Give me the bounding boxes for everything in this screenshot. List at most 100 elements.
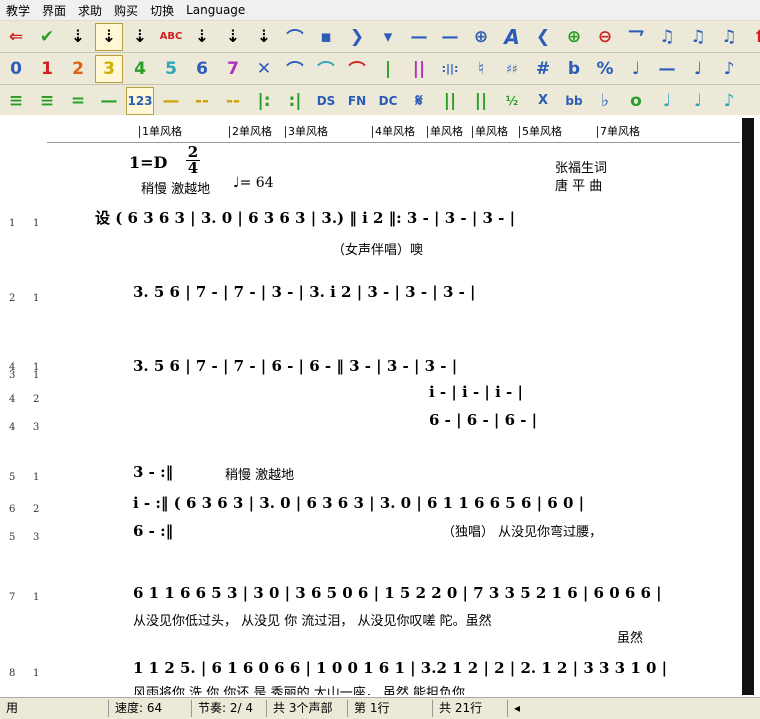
tool-6-icon[interactable]: ⇣ xyxy=(251,24,277,50)
tool-3-icon[interactable]: ⇣ xyxy=(127,24,153,50)
tool-4-icon[interactable]: ⇣ xyxy=(189,24,215,50)
score-line-4-mid[interactable]: i - :‖ ( 6 3 6 3 | 3. 0 | 6 3 6 3 | 3. 0… xyxy=(133,494,584,512)
dash-icon[interactable]: — xyxy=(406,24,432,50)
digit-0-button[interactable]: 0 xyxy=(3,56,29,82)
score-line-3-low[interactable]: 6 - | 6 - | 6 - | xyxy=(429,411,537,429)
triangle-down-icon[interactable]: ▾ xyxy=(375,24,401,50)
chevron-left-icon[interactable]: ❮ xyxy=(530,24,556,50)
percent-icon[interactable]: % xyxy=(592,56,618,82)
menu-interface[interactable]: 界面 xyxy=(36,2,72,19)
double-bar-icon[interactable]: || xyxy=(406,56,432,82)
ds-button[interactable]: DS xyxy=(313,88,339,114)
score-line-3-mid[interactable]: i - | i - | i - | xyxy=(429,383,523,401)
digit-6-button[interactable]: 6 xyxy=(189,56,215,82)
score-page[interactable]: 1单风格 2单风格 3单风格 4单风格 单风格 单风格 5单风格 7单风格 1=… xyxy=(47,115,740,695)
digit-2-button[interactable]: 2 xyxy=(65,56,91,82)
half-note-icon[interactable]: ♩ xyxy=(685,56,711,82)
scrollbar-thumb[interactable] xyxy=(742,118,754,695)
add-icon[interactable]: ⊕ xyxy=(561,24,587,50)
square-icon[interactable]: ▪ xyxy=(313,24,339,50)
digit-4-button[interactable]: 4 xyxy=(127,56,153,82)
scroll-left-icon[interactable]: ◂ xyxy=(508,700,526,717)
sharp-icon[interactable]: # xyxy=(530,56,556,82)
circle-icon[interactable]: o xyxy=(623,88,649,114)
barline-icon[interactable]: | xyxy=(375,56,401,82)
upload-icon[interactable]: ⬆ xyxy=(747,24,760,50)
note-c-icon[interactable]: ♪ xyxy=(716,88,742,114)
lines-1-icon[interactable]: — xyxy=(96,88,122,114)
text-a-icon[interactable]: A xyxy=(499,24,525,50)
remove-icon[interactable]: ⊖ xyxy=(592,24,618,50)
bracket-icon[interactable]: 乛 xyxy=(623,24,649,50)
repeat-bar-icon[interactable]: :||: xyxy=(437,56,463,82)
flat-symbol-icon[interactable]: ♭ xyxy=(592,88,618,114)
cross-icon[interactable]: ✕ xyxy=(251,56,277,82)
notes-1-icon[interactable]: ♫ xyxy=(654,24,680,50)
lines-4-icon[interactable]: ≡ xyxy=(3,88,29,114)
score-line-4-top[interactable]: 3 - :‖ xyxy=(133,463,173,481)
numbering-button[interactable]: 123 xyxy=(126,86,154,115)
digit-5-button[interactable]: 5 xyxy=(158,56,184,82)
dash-yellow-icon[interactable]: — xyxy=(158,88,184,114)
menu-teach[interactable]: 教学 xyxy=(0,2,36,19)
notes-2-icon[interactable]: ♫ xyxy=(685,24,711,50)
ruler-segment[interactable]: 7单风格 xyxy=(597,123,640,139)
check-icon[interactable]: ✔ xyxy=(34,24,60,50)
tool-1-icon[interactable]: ⇣ xyxy=(65,24,91,50)
menu-buy[interactable]: 购买 xyxy=(108,2,144,19)
line-icon[interactable]: — xyxy=(437,24,463,50)
flat-icon[interactable]: b xyxy=(561,56,587,82)
dash-triple-icon[interactable]: -- xyxy=(220,88,246,114)
arc-icon[interactable]: ⌒ xyxy=(282,24,308,50)
score-line-2[interactable]: 3. 5 6 | 7 - | 7 - | 3 - | 3. i 2 | 3 - … xyxy=(133,283,476,301)
note-b-icon[interactable]: ♩ xyxy=(685,88,711,114)
double-flat-icon[interactable]: bb xyxy=(561,88,587,114)
score-line-4-low[interactable]: 6 - :‖ xyxy=(133,522,173,540)
score-line-5[interactable]: 6 1 1 6 6 5 3 | 3 0 | 3 6 5 0 6 | 1 5 2 … xyxy=(133,584,662,602)
arch-icon[interactable]: ⌒ xyxy=(344,56,370,82)
tool-5-icon[interactable]: ⇣ xyxy=(220,24,246,50)
digit-1-button[interactable]: 1 xyxy=(34,56,60,82)
fn-button[interactable]: FN xyxy=(344,88,370,114)
repeat-start-icon[interactable]: |: xyxy=(251,88,277,114)
ruler-segment[interactable]: 2单风格 xyxy=(229,123,272,139)
dash-double-icon[interactable]: -- xyxy=(189,88,215,114)
x-button[interactable]: X xyxy=(530,88,556,114)
bar-b-icon[interactable]: || xyxy=(468,88,494,114)
menu-switch[interactable]: 切换 xyxy=(144,2,180,19)
natural-icon[interactable]: ♮ xyxy=(468,56,494,82)
rest-icon[interactable]: — xyxy=(654,56,680,82)
menu-help[interactable]: 求助 xyxy=(72,2,108,19)
tool-2-icon[interactable]: ⇣ xyxy=(95,22,123,51)
score-line-3[interactable]: 3. 5 6 | 7 - | 7 - | 6 - | 6 - ‖ 3 - | 3… xyxy=(133,357,457,375)
arrow-back-icon[interactable]: ⇐ xyxy=(3,24,29,50)
half-icon[interactable]: ½ xyxy=(499,88,525,114)
eighth-note-icon[interactable]: ♪ xyxy=(716,56,742,82)
repeat-end-icon[interactable]: :| xyxy=(282,88,308,114)
score-line-1[interactable]: 设 ( 6 3 6 3 | 3. 0 | 6 3 6 3 | 3.) ‖ i 2… xyxy=(95,207,515,228)
segno-icon[interactable]: 𝄋 xyxy=(406,88,432,114)
lines-3-icon[interactable]: ≡ xyxy=(34,88,60,114)
spellcheck-icon[interactable]: ABC xyxy=(158,24,184,50)
digit-3-button[interactable]: 3 xyxy=(95,54,123,83)
quarter-note-icon[interactable]: ♩ xyxy=(623,56,649,82)
ruler-segment[interactable]: 5单风格 xyxy=(519,123,562,139)
chevron-right-icon[interactable]: ❯ xyxy=(344,24,370,50)
bar-a-icon[interactable]: || xyxy=(437,88,463,114)
slur-icon[interactable]: ⌒ xyxy=(282,56,308,82)
vertical-scrollbar[interactable] xyxy=(740,115,760,695)
score-line-6[interactable]: 1 1 2 5. | 6 1 6 0 6 6 | 1 0 0 1 6 1 | 3… xyxy=(133,659,667,677)
crosshair-icon[interactable]: ⊕ xyxy=(468,24,494,50)
ruler-segment[interactable]: 4单风格 xyxy=(372,123,415,139)
ruler-segment[interactable]: 单风格 xyxy=(427,123,463,139)
ruler-segment[interactable]: 1单风格 xyxy=(139,123,182,139)
fraction-icon[interactable]: ♯♯ xyxy=(499,56,525,82)
notes-3-icon[interactable]: ♫ xyxy=(716,24,742,50)
menu-language[interactable]: Language xyxy=(180,3,251,17)
note-a-icon[interactable]: ♩ xyxy=(654,88,680,114)
digit-7-button[interactable]: 7 xyxy=(220,56,246,82)
ruler-segment[interactable]: 单风格 xyxy=(472,123,508,139)
tie-icon[interactable]: ⌒ xyxy=(313,56,339,82)
ruler-segment[interactable]: 3单风格 xyxy=(285,123,328,139)
dc-button[interactable]: DC xyxy=(375,88,401,114)
